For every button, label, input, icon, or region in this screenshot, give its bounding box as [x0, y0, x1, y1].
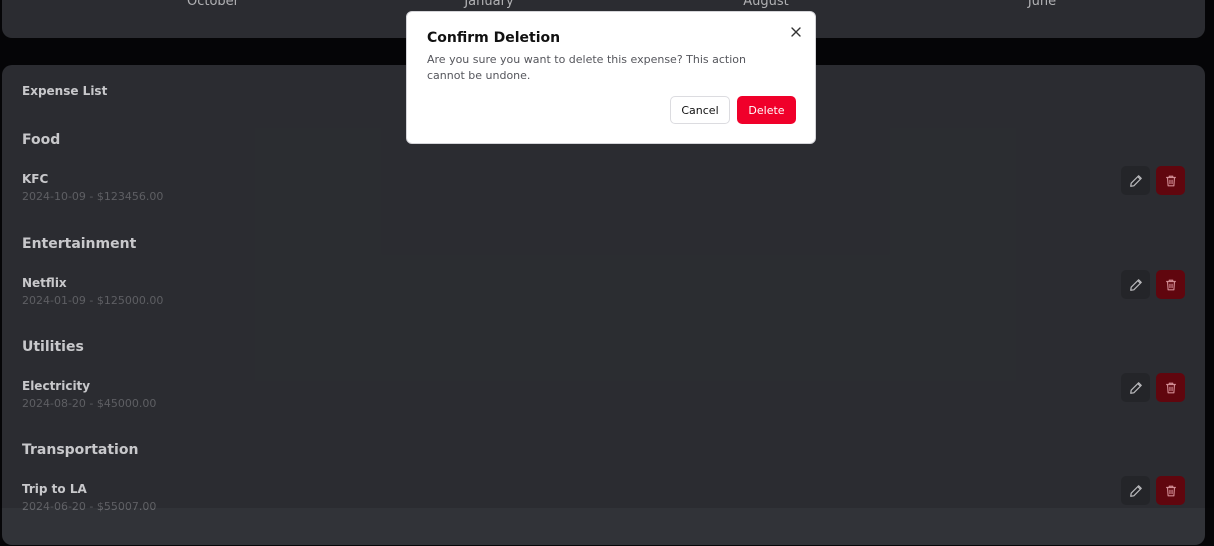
- dialog-message: Are you sure you want to delete this exp…: [427, 53, 746, 82]
- close-dialog-button[interactable]: [788, 24, 804, 40]
- confirm-delete-button[interactable]: Delete: [737, 96, 796, 124]
- cancel-button[interactable]: Cancel: [670, 96, 730, 124]
- dialog-title: Confirm Deletion: [427, 30, 561, 46]
- app: October January August June Expense List…: [0, 0, 1214, 545]
- close-icon: [791, 27, 801, 37]
- confirm-delete-dialog: Confirm Deletion Are you sure you want t…: [406, 11, 816, 144]
